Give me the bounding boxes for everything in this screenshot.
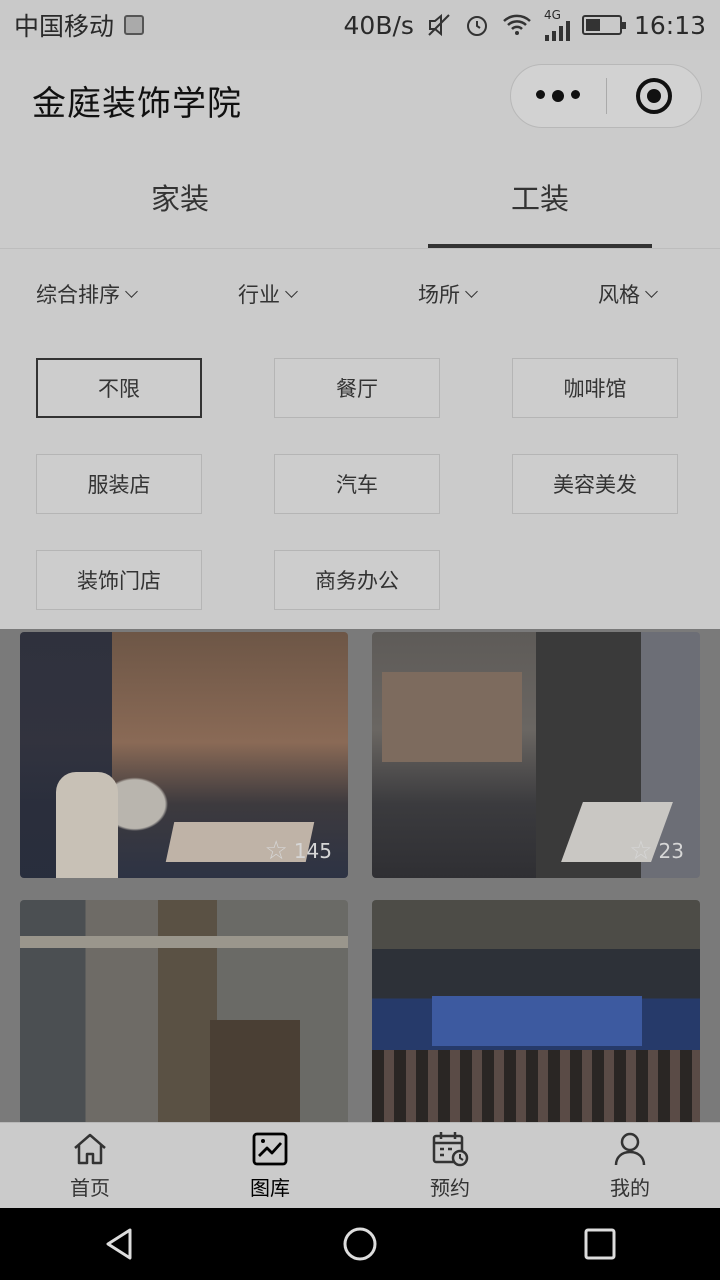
option-automobile[interactable]: 汽车 [274,454,440,514]
more-dots-icon [536,90,581,102]
tab-home-decoration[interactable]: 家装 [0,145,360,248]
filter-venue[interactable]: 场所 [418,279,478,309]
bottom-tab-label: 我的 [610,1176,650,1200]
gallery-card[interactable]: ☆ 36 [372,900,700,1122]
system-navigation-bar [0,1208,720,1280]
bottom-tab-bar: 首页 图库 预约 我的 [0,1122,720,1208]
chevron-down-icon [125,285,138,298]
option-restaurant[interactable]: 餐厅 [274,358,440,418]
home-circle-icon[interactable] [340,1224,380,1264]
user-icon [614,1132,646,1166]
bottom-tab-booking[interactable]: 预约 [360,1123,540,1208]
sort-label: 综合排序 [36,283,120,307]
sort-comprehensive[interactable]: 综合排序 [36,279,138,309]
calendar-icon [432,1132,469,1167]
page-title: 金庭装饰学院 [32,84,242,124]
bottom-tab-home[interactable]: 首页 [0,1123,180,1208]
sim-card-icon [124,15,145,35]
gallery-grid: ☆ 145 ☆ 23 ☆ 123 ☆ 36 [0,629,720,1122]
option-unlimited[interactable]: 不限 [36,358,202,418]
app-header: 金庭装饰学院 [0,50,720,145]
gallery-card[interactable]: ☆ 123 [20,900,348,1122]
chevron-down-icon [645,285,658,298]
star-icon: ☆ [264,836,288,866]
battery-icon [581,15,626,35]
alarm-icon [466,16,487,36]
favorite-count[interactable]: ☆ 23 [629,838,684,864]
image-element [382,672,522,762]
bottom-tab-gallery[interactable]: 图库 [180,1123,360,1208]
mute-icon [428,13,450,37]
chevron-down-icon [465,285,478,298]
status-bar: 中国移动 40B/s 4G 16:13 [0,0,720,50]
home-icon [74,1133,106,1165]
option-beauty-salon[interactable]: 美容美发 [512,454,678,514]
image-element [210,1020,300,1122]
clock: 16:13 [633,10,706,40]
filter-industry[interactable]: 行业 [238,279,298,309]
sort-bar: 综合排序 行业 场所 风格 [0,249,720,341]
bottom-tab-label: 图库 [250,1176,290,1200]
star-icon: ☆ [629,836,653,866]
tab-label: 家装 [150,181,209,216]
gallery-card[interactable]: ☆ 145 [20,632,348,878]
recent-apps-icon[interactable] [580,1224,620,1264]
image-element [372,1050,700,1122]
sort-label: 场所 [418,283,460,307]
image-element [432,996,642,1046]
favorite-count[interactable]: ☆ 145 [265,838,333,864]
network-speed: 40B/s [343,10,414,40]
option-business-office[interactable]: 商务办公 [274,550,440,610]
bottom-tab-profile[interactable]: 我的 [540,1123,720,1208]
chevron-down-icon [285,285,298,298]
signal-icon [544,21,570,41]
sort-label: 风格 [598,283,640,307]
carrier-label: 中国移动 [14,12,115,41]
back-icon[interactable] [100,1224,140,1264]
filter-panel: 综合排序 行业 场所 风格 不限 餐厅 咖啡馆 服装店 汽车 美容美发 装饰门店… [0,249,720,629]
bottom-tab-label: 首页 [70,1176,110,1200]
image-element [20,936,348,948]
tab-label: 工装 [510,181,569,216]
filter-style[interactable]: 风格 [598,279,658,309]
image-element [56,772,118,878]
favorite-number: 23 [658,839,684,863]
close-mini-program-button[interactable] [607,65,702,127]
sort-label: 行业 [238,283,280,307]
tab-commercial-decoration[interactable]: 工装 [360,145,720,248]
bottom-tab-label: 预约 [430,1176,470,1200]
option-cafe[interactable]: 咖啡馆 [512,358,678,418]
more-button[interactable] [511,65,606,127]
network-type: 4G [543,8,561,22]
category-tabs: 家装 工装 [0,145,720,249]
option-clothing-store[interactable]: 服装店 [36,454,202,514]
mini-program-capsule [510,64,702,128]
gallery-icon [252,1132,288,1166]
wifi-icon [503,14,531,35]
option-decoration-store[interactable]: 装饰门店 [36,550,202,610]
favorite-number: 145 [293,839,332,863]
target-icon [635,78,672,114]
gallery-card[interactable]: ☆ 23 [372,632,700,878]
